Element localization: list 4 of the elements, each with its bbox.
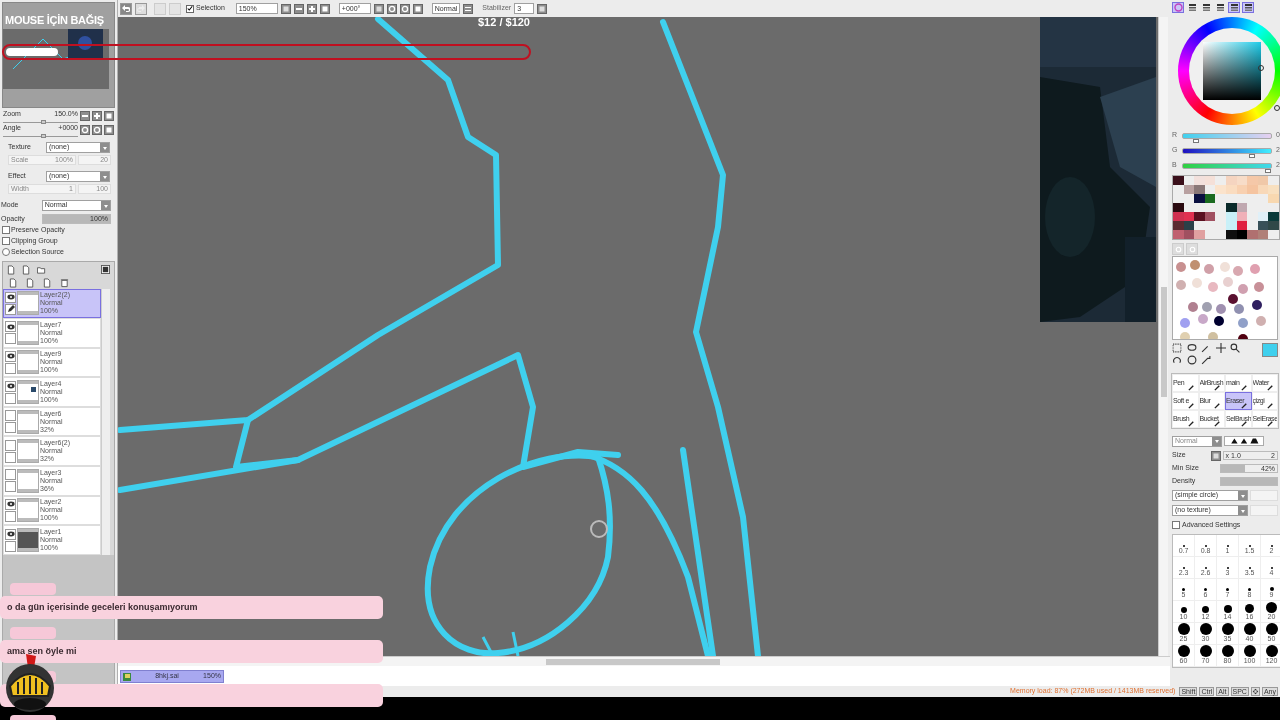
donation-amount: $12 / $120: [478, 16, 530, 28]
chat-message: o da gün içerisinde geceleri konuşamıyorum: [0, 596, 383, 619]
chat-message: ama sen öyle mi: [0, 640, 383, 663]
donation-goal-title: MOUSE İÇİN BAĞIŞ: [5, 14, 104, 26]
